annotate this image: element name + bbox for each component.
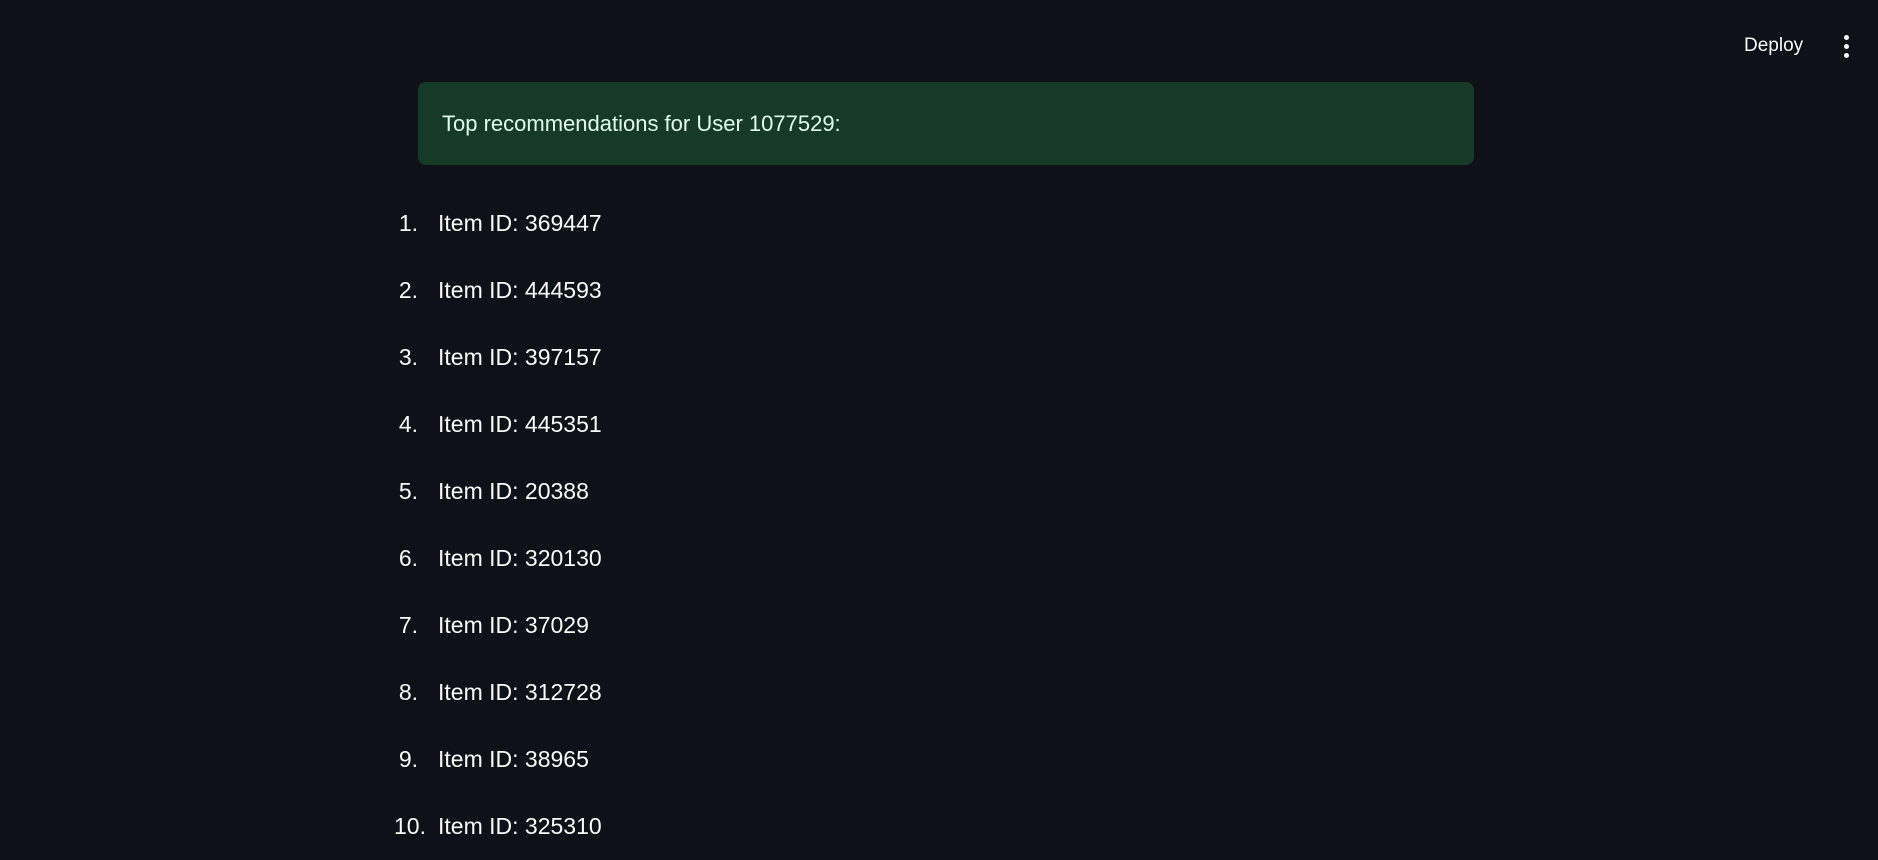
list-item: 10. Item ID: 325310 [394, 793, 1474, 860]
item-id-text: Item ID: 369447 [438, 210, 602, 236]
list-number: 10. [394, 813, 426, 839]
item-id-text: Item ID: 37029 [438, 612, 589, 638]
main-content: Top recommendations for User 1077529: 1.… [394, 82, 1474, 860]
list-item: 2. Item ID: 444593 [399, 257, 1474, 324]
list-item: 8. Item ID: 312728 [399, 659, 1474, 726]
list-number: 9. [398, 746, 418, 772]
list-number: 6. [398, 545, 418, 571]
recommendation-list: 1. Item ID: 369447 2. Item ID: 444593 3. It… [394, 190, 1474, 860]
item-id-text: Item ID: 444593 [438, 277, 602, 303]
list-number: 1. [398, 210, 418, 236]
list-item: 9. Item ID: 38965 [399, 726, 1474, 793]
list-number: 5. [398, 478, 418, 504]
app-header: Deploy [0, 0, 1878, 92]
vertical-ellipsis-icon [1843, 34, 1849, 58]
item-id-text: Item ID: 445351 [438, 411, 602, 437]
list-number: 7. [398, 612, 418, 638]
item-id-text: Item ID: 20388 [438, 478, 589, 504]
item-id-text: Item ID: 320130 [438, 545, 602, 571]
list-number: 2. [398, 277, 418, 303]
list-item: 4. Item ID: 445351 [399, 391, 1474, 458]
list-item: 5. Item ID: 20388 [399, 458, 1474, 525]
list-item: 1. Item ID: 369447 [399, 190, 1474, 257]
list-item: 6. Item ID: 320130 [399, 525, 1474, 592]
item-id-text: Item ID: 397157 [438, 344, 602, 370]
item-id-text: Item ID: 38965 [438, 746, 589, 772]
list-number: 4. [398, 411, 418, 437]
list-number: 8. [398, 679, 418, 705]
list-item: 7. Item ID: 37029 [399, 592, 1474, 659]
item-id-text: Item ID: 325310 [438, 813, 602, 839]
alert-text: Top recommendations for User 1077529: [442, 110, 841, 136]
list-number: 3. [398, 344, 418, 370]
item-id-text: Item ID: 312728 [438, 679, 602, 705]
deploy-button[interactable]: Deploy [1730, 28, 1817, 64]
list-item: 3. Item ID: 397157 [399, 324, 1474, 391]
main-menu-button[interactable] [1830, 28, 1862, 64]
success-alert: Top recommendations for User 1077529: [418, 82, 1474, 165]
